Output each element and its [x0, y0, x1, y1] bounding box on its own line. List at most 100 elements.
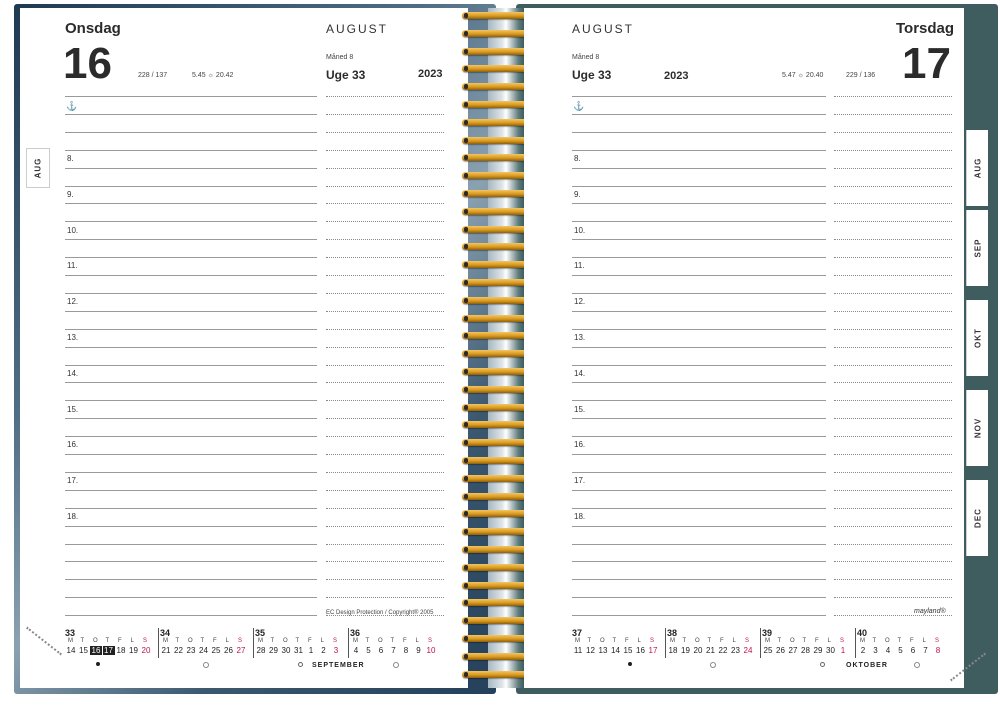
calendar-day[interactable]: 26: [223, 646, 235, 655]
calendar-weekday-letter: L: [130, 638, 134, 644]
calendar-weekday-letter: T: [295, 638, 300, 644]
calendar-day[interactable]: 16: [635, 646, 647, 655]
calendar-day[interactable]: 2: [857, 646, 869, 655]
calendar-day[interactable]: 10: [425, 646, 437, 655]
tab-aug-left[interactable]: AUG: [26, 148, 50, 188]
calendar-day[interactable]: 28: [800, 646, 812, 655]
calendar-day[interactable]: 20: [692, 646, 704, 655]
calendar-day[interactable]: 3: [330, 646, 342, 655]
calendar-day[interactable]: 13: [597, 646, 609, 655]
calendar-day[interactable]: 15: [622, 646, 634, 655]
calendar-day[interactable]: 25: [210, 646, 222, 655]
calendar-day[interactable]: 1: [837, 646, 849, 655]
tab-sep[interactable]: SEP: [966, 210, 988, 286]
calendar-day[interactable]: 30: [825, 646, 837, 655]
calendar-day[interactable]: 20: [140, 646, 152, 655]
ruled-line: [65, 149, 317, 151]
right-month-name: AUGUST: [572, 22, 635, 36]
left-notes-column[interactable]: [326, 96, 444, 617]
calendar-weekday-letter: F: [720, 638, 724, 644]
right-page: AUGUST Måned 8 Uge 33 2023 5.47 ☼ 20.40 …: [524, 8, 964, 688]
anchor-icon: ⚓: [573, 101, 585, 111]
calendar-day[interactable]: 23: [730, 646, 742, 655]
calendar-weekday-letter: F: [910, 638, 914, 644]
ruled-line: [65, 257, 317, 259]
calendar-weekday-letter: M: [163, 638, 168, 644]
calendar-weekday-letter: M: [68, 638, 73, 644]
calendar-day[interactable]: 29: [812, 646, 824, 655]
calendar-day[interactable]: 24: [198, 646, 210, 655]
ruled-line: [834, 203, 952, 205]
calendar-weekday-letter: F: [625, 638, 629, 644]
calendar-day[interactable]: 24: [742, 646, 754, 655]
calendar-day[interactable]: 9: [413, 646, 425, 655]
calendar-day[interactable]: 30: [280, 646, 292, 655]
ruled-line: [65, 239, 317, 241]
calendar-day[interactable]: 5: [363, 646, 375, 655]
moon-phase-quarter-icon: [912, 660, 922, 670]
calendar-day[interactable]: 27: [787, 646, 799, 655]
calendar-day[interactable]: 7: [920, 646, 932, 655]
ruled-line: [65, 203, 317, 205]
calendar-day[interactable]: 27: [235, 646, 247, 655]
calendar-day[interactable]: 3: [870, 646, 882, 655]
ruled-line: [65, 454, 317, 455]
tab-dec[interactable]: DEC: [966, 480, 988, 556]
calendar-day[interactable]: 7: [388, 646, 400, 655]
ruled-line: [326, 489, 444, 491]
calendar-day[interactable]: 21: [705, 646, 717, 655]
ruled-line: [326, 239, 444, 241]
calendar-day[interactable]: 26: [775, 646, 787, 655]
calendar-day[interactable]: 31: [293, 646, 305, 655]
calendar-day[interactable]: 14: [610, 646, 622, 655]
tab-okt[interactable]: OKT: [966, 300, 988, 376]
calendar-day[interactable]: 28: [255, 646, 267, 655]
ruled-line: [326, 471, 444, 473]
ruled-line: [572, 149, 826, 151]
moon-phase-quarter-icon: [201, 660, 211, 670]
ruled-line: [834, 310, 952, 312]
calendar-day[interactable]: 19: [128, 646, 140, 655]
calendar-day[interactable]: 1: [305, 646, 317, 655]
left-writing-area[interactable]: [65, 96, 317, 617]
calendar-day[interactable]: 4: [882, 646, 894, 655]
tab-aug[interactable]: AUG: [966, 130, 988, 206]
calendar-day[interactable]: 22: [717, 646, 729, 655]
calendar-day[interactable]: 29: [268, 646, 280, 655]
calendar-day[interactable]: 17: [647, 646, 659, 655]
ruled-line: [572, 471, 826, 473]
right-writing-area[interactable]: [572, 96, 826, 617]
calendar-day[interactable]: 4: [350, 646, 362, 655]
left-mini-calendar: 33 M 14 T 15 O 16 T 17 F 18 L 19 S 20 34 M 21 T 22 O 23 T 24 F 25…: [65, 628, 445, 678]
calendar-day[interactable]: 21: [160, 646, 172, 655]
tab-nov[interactable]: NOV: [966, 390, 988, 466]
right-notes-column[interactable]: [834, 96, 952, 617]
calendar-weekday-letter: L: [922, 638, 926, 644]
calendar-day[interactable]: 6: [907, 646, 919, 655]
calendar-day[interactable]: 8: [400, 646, 412, 655]
calendar-weekday-letter: T: [390, 638, 395, 644]
calendar-day[interactable]: 2: [318, 646, 330, 655]
calendar-day[interactable]: 14: [65, 646, 77, 655]
calendar-day[interactable]: 18: [667, 646, 679, 655]
ruled-line: [572, 203, 826, 205]
calendar-day[interactable]: 16: [90, 646, 102, 655]
calendar-day[interactable]: 15: [78, 646, 90, 655]
ruled-line: [65, 436, 317, 438]
calendar-day[interactable]: 23: [185, 646, 197, 655]
calendar-day[interactable]: 12: [585, 646, 597, 655]
ruled-line: [326, 364, 444, 366]
ruled-line: [572, 615, 826, 617]
calendar-day[interactable]: 22: [173, 646, 185, 655]
calendar-day[interactable]: 25: [762, 646, 774, 655]
calendar-day[interactable]: 17: [102, 646, 115, 655]
calendar-day[interactable]: 18: [115, 646, 127, 655]
calendar-day[interactable]: 6: [375, 646, 387, 655]
right-next-month: OKTOBER: [846, 662, 888, 669]
calendar-day[interactable]: 19: [680, 646, 692, 655]
calendar-day[interactable]: 8: [932, 646, 944, 655]
calendar-day[interactable]: 5: [895, 646, 907, 655]
calendar-day[interactable]: 11: [572, 646, 584, 655]
hour-label: 9.: [67, 189, 74, 199]
calendar-weekday-letter: M: [765, 638, 770, 644]
